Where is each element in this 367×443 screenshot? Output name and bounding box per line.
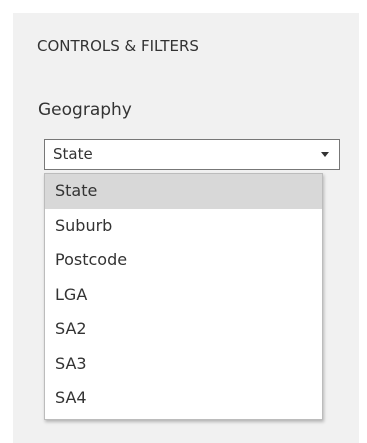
dropdown-option-sa3[interactable]: SA3: [45, 347, 322, 382]
geography-select-value: State: [53, 145, 93, 163]
dropdown-option-suburb[interactable]: Suburb: [45, 209, 322, 244]
geography-dropdown-list: State Suburb Postcode LGA SA2 SA3 SA4: [44, 173, 323, 420]
dropdown-option-state[interactable]: State: [45, 174, 322, 209]
chevron-down-icon[interactable]: [321, 152, 329, 157]
controls-panel: CONTROLS & FILTERS Geography State State…: [13, 13, 359, 443]
geography-select[interactable]: State: [44, 139, 340, 170]
dropdown-option-sa2[interactable]: SA2: [45, 312, 322, 347]
dropdown-option-lga[interactable]: LGA: [45, 278, 322, 313]
geography-label: Geography: [38, 100, 132, 120]
controls-filters-heading: CONTROLS & FILTERS: [37, 37, 199, 55]
dropdown-option-sa4[interactable]: SA4: [45, 381, 322, 416]
dropdown-option-postcode[interactable]: Postcode: [45, 243, 322, 278]
